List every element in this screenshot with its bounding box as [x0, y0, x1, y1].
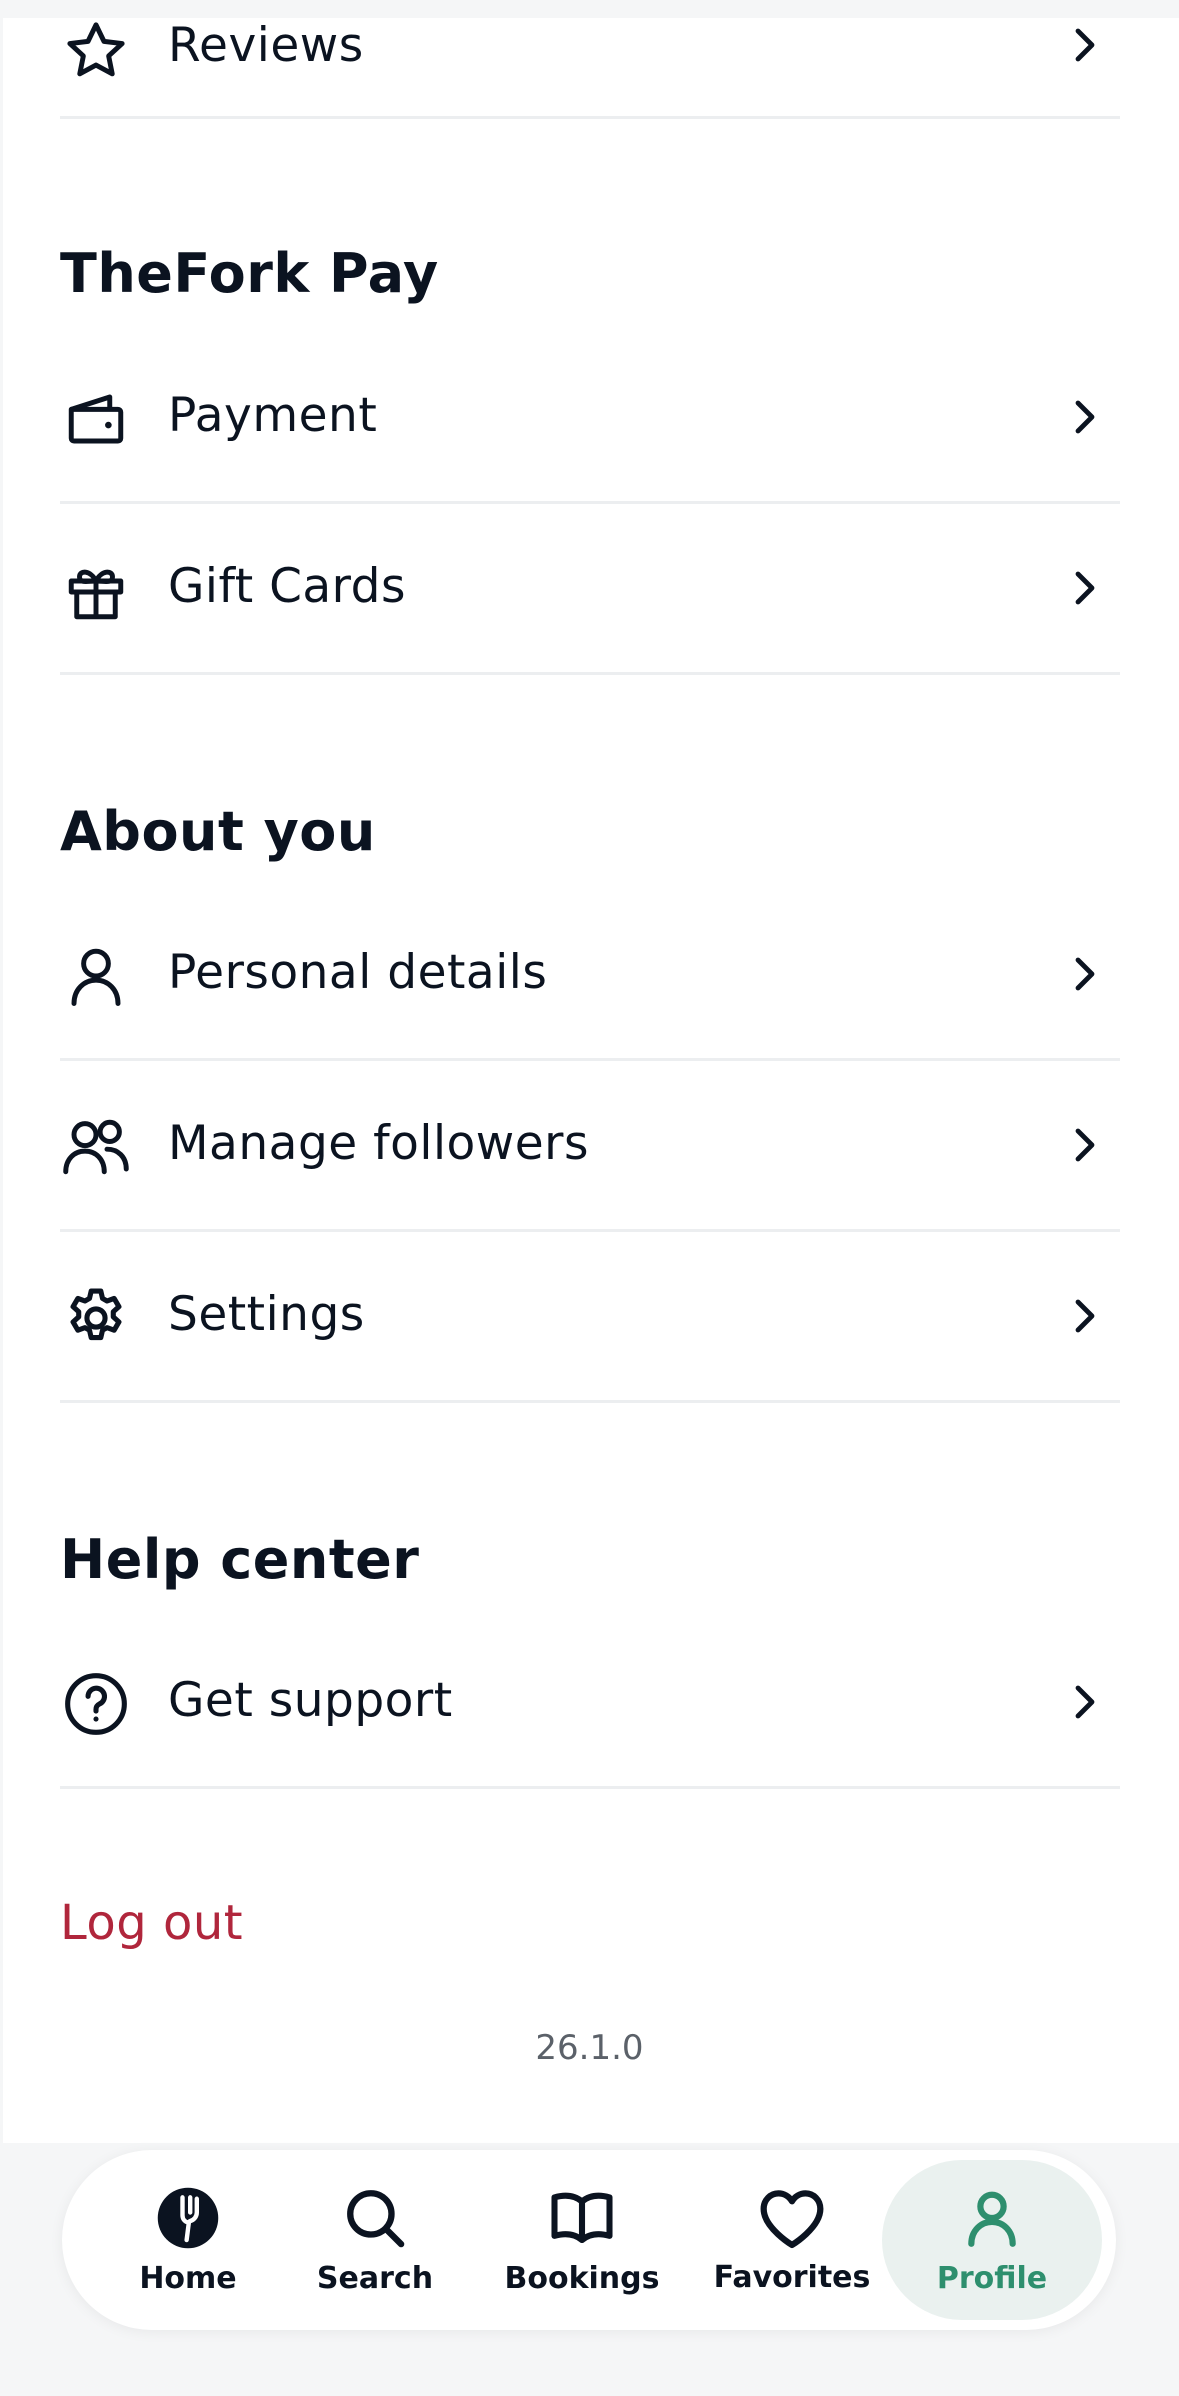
bottom-tab-bar: Home Search Bookings Favorites Profile: [62, 2150, 1116, 2330]
chevron-right-icon: [1075, 28, 1095, 62]
tab-search[interactable]: Search: [307, 2150, 443, 2330]
logout-button[interactable]: Log out: [60, 1895, 243, 1951]
menu-item-label: Get support: [168, 1673, 453, 1728]
menu-item-label: Settings: [168, 1287, 365, 1342]
chevron-right-icon: [1075, 1299, 1095, 1333]
book-icon: [551, 2192, 613, 2243]
heart-icon: [760, 2189, 824, 2248]
tab-label: Profile: [936, 2260, 1048, 2296]
tab-label: Home: [139, 2260, 237, 2296]
help-circle-icon: [60, 1668, 132, 1740]
app-version: 26.1.0: [535, 2028, 644, 2068]
menu-item-gift-cards[interactable]: Gift Cards: [60, 504, 1120, 675]
menu-item-label: Personal details: [168, 945, 548, 1000]
wallet-icon: [60, 383, 132, 455]
tab-label: Search: [316, 2260, 434, 2296]
tab-label: Favorites: [713, 2259, 871, 2295]
menu-item-manage-followers[interactable]: Manage followers: [60, 1061, 1120, 1232]
section-title-about-you: About you: [60, 800, 376, 863]
menu-item-payment[interactable]: Payment: [60, 333, 1120, 504]
section-title-thefork-pay: TheFork Pay: [60, 242, 439, 305]
tab-favorites[interactable]: Favorites: [712, 2150, 872, 2330]
tab-profile[interactable]: Profile: [882, 2150, 1102, 2330]
search-icon: [347, 2189, 405, 2247]
menu-item-label: Payment: [168, 388, 378, 443]
chevron-right-icon: [1075, 400, 1095, 434]
chevron-right-icon: [1075, 957, 1095, 991]
people-icon: [60, 1111, 132, 1183]
chevron-right-icon: [1075, 1685, 1095, 1719]
menu-item-settings[interactable]: Settings: [60, 1232, 1120, 1403]
menu-item-label: Manage followers: [168, 1116, 589, 1171]
section-title-help-center: Help center: [60, 1528, 420, 1591]
chevron-right-icon: [1075, 571, 1095, 605]
menu-item-personal-details[interactable]: Personal details: [60, 890, 1120, 1061]
tab-bookings[interactable]: Bookings: [502, 2150, 662, 2330]
menu-item-reviews[interactable]: Reviews: [60, 0, 1120, 119]
chevron-right-icon: [1075, 1128, 1095, 1162]
menu-item-get-support[interactable]: Get support: [60, 1618, 1120, 1789]
gear-icon: [60, 1282, 132, 1354]
person-icon: [968, 2191, 1016, 2247]
fork-icon: [157, 2187, 219, 2248]
tab-home[interactable]: Home: [120, 2150, 256, 2330]
star-icon: [60, 15, 132, 87]
gift-icon: [60, 556, 132, 628]
menu-item-label: Gift Cards: [168, 559, 407, 614]
menu-item-label: Reviews: [168, 18, 364, 73]
person-icon: [60, 940, 132, 1012]
tab-label: Bookings: [504, 2260, 660, 2296]
